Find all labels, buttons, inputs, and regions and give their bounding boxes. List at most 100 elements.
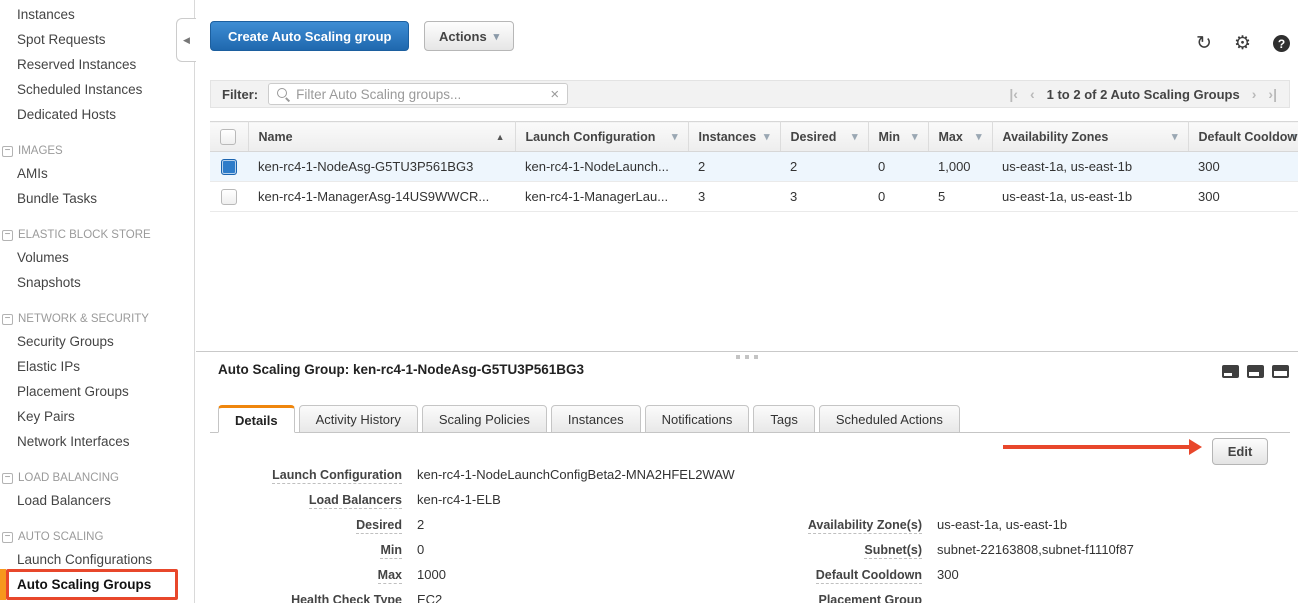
- tab-notifications[interactable]: Notifications: [645, 405, 750, 433]
- sort-down-icon: ▾: [1292, 130, 1298, 143]
- field-label: Subnet(s): [864, 543, 922, 559]
- selected-item-highlight-box: [6, 569, 178, 600]
- sidebar-item-scheduled-instances[interactable]: Scheduled Instances: [0, 77, 194, 102]
- cell-azs: us-east-1a, us-east-1b: [992, 152, 1188, 182]
- sidebar-section-title: IMAGES: [18, 145, 63, 157]
- row-checkbox[interactable]: [221, 189, 237, 205]
- annotation-arrow-head: [1189, 439, 1202, 455]
- detail-field-subnet-s: Subnet(s)subnet-22163808,subnet-f1110f87: [682, 542, 1134, 567]
- tab-tags[interactable]: Tags: [753, 405, 814, 433]
- pagination: |‹ ‹ 1 to 2 of 2 Auto Scaling Groups › ›…: [1009, 87, 1277, 102]
- actions-dropdown-button[interactable]: Actions ▾: [424, 21, 514, 51]
- cell-min: 0: [868, 152, 928, 182]
- tab-details[interactable]: Details: [218, 405, 295, 433]
- sidebar-item-spot-requests[interactable]: Spot Requests: [0, 27, 194, 52]
- table-row[interactable]: ken-rc4-1-NodeAsg-G5TU3P561BG3ken-rc4-1-…: [210, 152, 1298, 182]
- sidebar-section-title: NETWORK & SECURITY: [18, 313, 149, 325]
- sidebar-section-images: −IMAGES: [0, 140, 194, 161]
- filter-label: Filter:: [222, 87, 258, 102]
- sidebar-item-snapshots[interactable]: Snapshots: [0, 270, 194, 295]
- details-fields-left: Launch Configurationken-rc4-1-NodeLaunch…: [218, 467, 735, 603]
- layout-full-pane-icon[interactable]: [1272, 365, 1289, 378]
- detail-field-load-balancers: Load Balancersken-rc4-1-ELB: [218, 492, 735, 517]
- field-value: 2: [417, 517, 424, 532]
- column-header-availability-zones[interactable]: ▾Availability Zones: [992, 122, 1188, 152]
- tab-activity-history[interactable]: Activity History: [299, 405, 418, 433]
- pagination-prev-icon[interactable]: ‹: [1030, 87, 1035, 101]
- main-content: Create Auto Scaling group Actions ▾ ↻ ⚙ …: [196, 0, 1298, 603]
- row-checkbox-cell: [210, 152, 248, 182]
- row-checkbox[interactable]: [221, 159, 237, 175]
- sidebar-section-auto-scaling: −AUTO SCALING: [0, 526, 194, 547]
- pagination-last-icon[interactable]: ›|: [1268, 87, 1277, 101]
- sidebar-item-reserved-instances[interactable]: Reserved Instances: [0, 52, 194, 77]
- layout-bottom-pane-icon[interactable]: [1222, 365, 1239, 378]
- cell-azs: us-east-1a, us-east-1b: [992, 182, 1188, 212]
- detail-field-health-check-type: Health Check TypeEC2: [218, 592, 735, 603]
- edit-button[interactable]: Edit: [1212, 438, 1268, 465]
- sidebar-item-amis[interactable]: AMIs: [0, 161, 194, 186]
- sidebar-item-key-pairs[interactable]: Key Pairs: [0, 404, 194, 429]
- column-header-instances[interactable]: ▾Instances: [688, 122, 780, 152]
- sort-down-icon: ▾: [764, 130, 770, 143]
- details-fields-right: Availability Zone(s)us-east-1a, us-east-…: [682, 517, 1134, 603]
- detail-field-min: Min0: [218, 542, 735, 567]
- sidebar-item-launch-configurations[interactable]: Launch Configurations: [0, 547, 194, 572]
- gear-icon[interactable]: ⚙: [1234, 34, 1251, 53]
- cell-cooldown: 300: [1188, 182, 1298, 212]
- refresh-icon[interactable]: ↻: [1196, 34, 1212, 53]
- cell-cooldown: 300: [1188, 152, 1298, 182]
- sidebar-item-elastic-ips[interactable]: Elastic IPs: [0, 354, 194, 379]
- layout-split-pane-icon[interactable]: [1247, 365, 1264, 378]
- cell-name: ken-rc4-1-ManagerAsg-14US9WWCR...: [248, 182, 515, 212]
- sidebar-item-placement-groups[interactable]: Placement Groups: [0, 379, 194, 404]
- sidebar-item-auto-scaling-groups[interactable]: Auto Scaling Groups: [0, 572, 194, 597]
- sidebar-section-load-balancing: −LOAD BALANCING: [0, 467, 194, 488]
- tab-scheduled-actions[interactable]: Scheduled Actions: [819, 405, 960, 433]
- filter-search-input[interactable]: [296, 87, 544, 102]
- sidebar-item-instances[interactable]: Instances: [0, 2, 194, 27]
- row-checkbox-cell: [210, 182, 248, 212]
- cell-name: ken-rc4-1-NodeAsg-G5TU3P561BG3: [248, 152, 515, 182]
- detail-field-desired: Desired 2: [218, 517, 735, 542]
- select-all-checkbox[interactable]: [220, 129, 236, 145]
- sidebar-item-network-interfaces[interactable]: Network Interfaces: [0, 429, 194, 454]
- tab-scaling-policies[interactable]: Scaling Policies: [422, 405, 547, 433]
- column-header-launch-configuration[interactable]: ▾Launch Configuration: [515, 122, 688, 152]
- clear-filter-icon[interactable]: ×: [550, 86, 559, 103]
- cell-max: 5: [928, 182, 992, 212]
- sidebar-item-bundle-tasks[interactable]: Bundle Tasks: [0, 186, 194, 211]
- field-value: us-east-1a, us-east-1b: [937, 517, 1067, 532]
- pagination-next-icon[interactable]: ›: [1252, 87, 1257, 101]
- field-value: EC2: [417, 592, 442, 603]
- cell-instances: 3: [688, 182, 780, 212]
- sort-down-icon: ▾: [672, 130, 678, 143]
- actions-button-label: Actions: [439, 29, 487, 44]
- column-header-name[interactable]: ▲Name: [248, 122, 515, 152]
- collapse-section-icon[interactable]: −: [2, 314, 13, 325]
- panel-resize-handle[interactable]: [736, 355, 758, 359]
- tab-instances[interactable]: Instances: [551, 405, 641, 433]
- field-value: ken-rc4-1-NodeLaunchConfigBeta2-MNA2HFEL…: [417, 467, 735, 482]
- collapse-section-icon[interactable]: −: [2, 230, 13, 241]
- field-label: Placement Group: [819, 593, 923, 603]
- table-row[interactable]: ken-rc4-1-ManagerAsg-14US9WWCR...ken-rc4…: [210, 182, 1298, 212]
- sidebar-item-volumes[interactable]: Volumes: [0, 245, 194, 270]
- sidebar-item-security-groups[interactable]: Security Groups: [0, 329, 194, 354]
- sidebar-item-dedicated-hosts[interactable]: Dedicated Hosts: [0, 102, 194, 127]
- column-header-desired[interactable]: ▾Desired: [780, 122, 868, 152]
- help-icon[interactable]: ?: [1273, 35, 1290, 52]
- collapse-section-icon[interactable]: −: [2, 532, 13, 543]
- field-label: Desired: [356, 518, 402, 534]
- sidebar-collapse-toggle[interactable]: ◀: [176, 18, 196, 62]
- column-header-max[interactable]: ▾Max: [928, 122, 992, 152]
- filter-search-box[interactable]: ×: [268, 83, 568, 105]
- sidebar-item-load-balancers[interactable]: Load Balancers: [0, 488, 194, 513]
- collapse-section-icon[interactable]: −: [2, 146, 13, 157]
- collapse-section-icon[interactable]: −: [2, 473, 13, 484]
- pagination-first-icon[interactable]: |‹: [1009, 87, 1018, 101]
- column-header-min[interactable]: ▾Min: [868, 122, 928, 152]
- column-header-default-cooldown[interactable]: ▾Default Cooldown: [1188, 122, 1298, 152]
- create-auto-scaling-group-button[interactable]: Create Auto Scaling group: [210, 21, 409, 51]
- select-all-header: [210, 122, 248, 152]
